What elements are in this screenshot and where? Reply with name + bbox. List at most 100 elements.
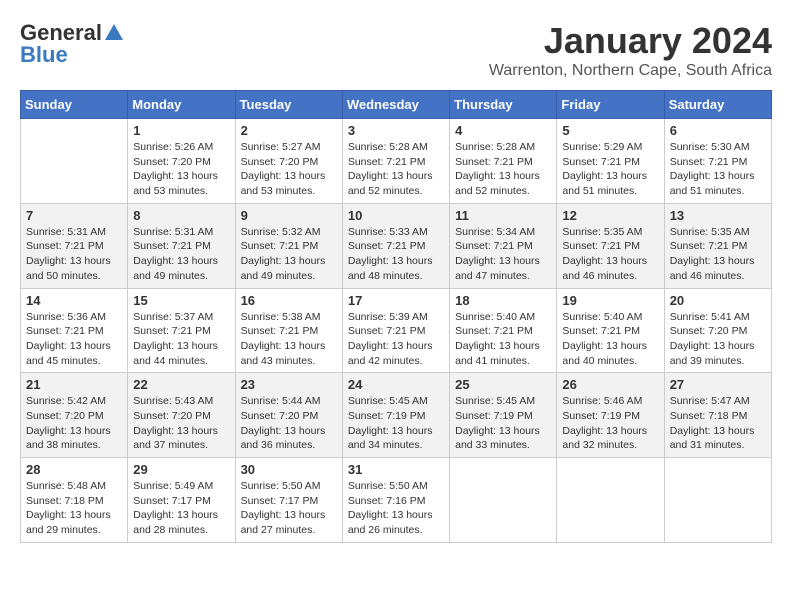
calendar-cell: 27 Sunrise: 5:47 AMSunset: 7:18 PMDayligh… xyxy=(664,373,771,458)
calendar-cell: 4 Sunrise: 5:28 AMSunset: 7:21 PMDaylight… xyxy=(450,119,557,204)
header-tuesday: Tuesday xyxy=(235,91,342,119)
day-number: 6 xyxy=(670,123,766,138)
logo-icon xyxy=(103,22,125,44)
day-number: 16 xyxy=(241,293,337,308)
calendar-cell: 24 Sunrise: 5:45 AMSunset: 7:19 PMDayligh… xyxy=(342,373,449,458)
day-info: Sunrise: 5:40 AMSunset: 7:21 PMDaylight:… xyxy=(562,310,658,369)
day-info: Sunrise: 5:45 AMSunset: 7:19 PMDaylight:… xyxy=(348,394,444,453)
title-area: January 2024 Warrenton, Northern Cape, S… xyxy=(489,20,772,80)
header-saturday: Saturday xyxy=(664,91,771,119)
calendar-cell: 15 Sunrise: 5:37 AMSunset: 7:21 PMDayligh… xyxy=(128,288,235,373)
header-monday: Monday xyxy=(128,91,235,119)
day-number: 7 xyxy=(26,208,122,223)
day-number: 15 xyxy=(133,293,229,308)
calendar-cell: 21 Sunrise: 5:42 AMSunset: 7:20 PMDayligh… xyxy=(21,373,128,458)
day-number: 23 xyxy=(241,377,337,392)
day-number: 31 xyxy=(348,462,444,477)
day-number: 5 xyxy=(562,123,658,138)
calendar-cell: 12 Sunrise: 5:35 AMSunset: 7:21 PMDayligh… xyxy=(557,203,664,288)
header-friday: Friday xyxy=(557,91,664,119)
day-info: Sunrise: 5:32 AMSunset: 7:21 PMDaylight:… xyxy=(241,225,337,284)
day-number: 22 xyxy=(133,377,229,392)
calendar-cell xyxy=(557,458,664,543)
calendar-cell: 25 Sunrise: 5:45 AMSunset: 7:19 PMDayligh… xyxy=(450,373,557,458)
day-info: Sunrise: 5:46 AMSunset: 7:19 PMDaylight:… xyxy=(562,394,658,453)
day-number: 21 xyxy=(26,377,122,392)
day-number: 20 xyxy=(670,293,766,308)
day-info: Sunrise: 5:35 AMSunset: 7:21 PMDaylight:… xyxy=(670,225,766,284)
calendar-cell: 19 Sunrise: 5:40 AMSunset: 7:21 PMDayligh… xyxy=(557,288,664,373)
calendar-cell: 28Sunrise: 5:48 AMSunset: 7:18 PMDayligh… xyxy=(21,458,128,543)
day-info: Sunrise: 5:30 AMSunset: 7:21 PMDaylight:… xyxy=(670,140,766,199)
calendar-cell: 11 Sunrise: 5:34 AMSunset: 7:21 PMDayligh… xyxy=(450,203,557,288)
calendar-cell: 16 Sunrise: 5:38 AMSunset: 7:21 PMDayligh… xyxy=(235,288,342,373)
day-info: Sunrise: 5:33 AMSunset: 7:21 PMDaylight:… xyxy=(348,225,444,284)
calendar-cell: 31Sunrise: 5:50 AMSunset: 7:16 PMDayligh… xyxy=(342,458,449,543)
calendar-cell xyxy=(21,119,128,204)
day-info: Sunrise: 5:35 AMSunset: 7:21 PMDaylight:… xyxy=(562,225,658,284)
calendar-cell: 10 Sunrise: 5:33 AMSunset: 7:21 PMDayligh… xyxy=(342,203,449,288)
header: General Blue January 2024 Warrenton, Nor… xyxy=(20,20,772,80)
day-info: Sunrise: 5:36 AMSunset: 7:21 PMDaylight:… xyxy=(26,310,122,369)
day-info: Sunrise: 5:42 AMSunset: 7:20 PMDaylight:… xyxy=(26,394,122,453)
day-info: Sunrise: 5:34 AMSunset: 7:21 PMDaylight:… xyxy=(455,225,551,284)
day-info: Sunrise: 5:31 AMSunset: 7:21 PMDaylight:… xyxy=(26,225,122,284)
calendar-cell: 30 Sunrise: 5:50 AMSunset: 7:17 PMDayligh… xyxy=(235,458,342,543)
day-info: Sunrise: 5:43 AMSunset: 7:20 PMDaylight:… xyxy=(133,394,229,453)
day-number: 25 xyxy=(455,377,551,392)
day-number: 10 xyxy=(348,208,444,223)
calendar-cell: 8 Sunrise: 5:31 AMSunset: 7:21 PMDaylight… xyxy=(128,203,235,288)
day-info: Sunrise: 5:37 AMSunset: 7:21 PMDaylight:… xyxy=(133,310,229,369)
day-info: Sunrise: 5:27 AMSunset: 7:20 PMDaylight:… xyxy=(241,140,337,199)
day-number: 12 xyxy=(562,208,658,223)
logo-blue: Blue xyxy=(20,42,68,68)
day-number: 30 xyxy=(241,462,337,477)
day-number: 4 xyxy=(455,123,551,138)
day-info: Sunrise: 5:50 AMSunset: 7:17 PMDaylight:… xyxy=(241,479,337,538)
day-info: Sunrise: 5:49 AMSunset: 7:17 PMDaylight:… xyxy=(133,479,229,538)
calendar-week-1: 7 Sunrise: 5:31 AMSunset: 7:21 PMDaylight… xyxy=(21,203,772,288)
day-number: 17 xyxy=(348,293,444,308)
day-info: Sunrise: 5:26 AMSunset: 7:20 PMDaylight:… xyxy=(133,140,229,199)
day-number: 27 xyxy=(670,377,766,392)
day-info: Sunrise: 5:38 AMSunset: 7:21 PMDaylight:… xyxy=(241,310,337,369)
calendar-cell: 20 Sunrise: 5:41 AMSunset: 7:20 PMDayligh… xyxy=(664,288,771,373)
calendar-cell: 13 Sunrise: 5:35 AMSunset: 7:21 PMDayligh… xyxy=(664,203,771,288)
day-number: 1 xyxy=(133,123,229,138)
day-info: Sunrise: 5:41 AMSunset: 7:20 PMDaylight:… xyxy=(670,310,766,369)
day-info: Sunrise: 5:45 AMSunset: 7:19 PMDaylight:… xyxy=(455,394,551,453)
logo: General Blue xyxy=(20,20,126,68)
day-info: Sunrise: 5:28 AMSunset: 7:21 PMDaylight:… xyxy=(348,140,444,199)
calendar-cell: 2Sunrise: 5:27 AMSunset: 7:20 PMDaylight… xyxy=(235,119,342,204)
day-number: 13 xyxy=(670,208,766,223)
day-info: Sunrise: 5:47 AMSunset: 7:18 PMDaylight:… xyxy=(670,394,766,453)
day-info: Sunrise: 5:29 AMSunset: 7:21 PMDaylight:… xyxy=(562,140,658,199)
calendar-cell: 22 Sunrise: 5:43 AMSunset: 7:20 PMDayligh… xyxy=(128,373,235,458)
calendar-week-4: 28Sunrise: 5:48 AMSunset: 7:18 PMDayligh… xyxy=(21,458,772,543)
calendar-cell: 5 Sunrise: 5:29 AMSunset: 7:21 PMDaylight… xyxy=(557,119,664,204)
calendar-cell: 14Sunrise: 5:36 AMSunset: 7:21 PMDayligh… xyxy=(21,288,128,373)
calendar-cell: 23 Sunrise: 5:44 AMSunset: 7:20 PMDayligh… xyxy=(235,373,342,458)
calendar-cell xyxy=(664,458,771,543)
day-info: Sunrise: 5:44 AMSunset: 7:20 PMDaylight:… xyxy=(241,394,337,453)
header-wednesday: Wednesday xyxy=(342,91,449,119)
calendar-cell: 29 Sunrise: 5:49 AMSunset: 7:17 PMDayligh… xyxy=(128,458,235,543)
day-number: 9 xyxy=(241,208,337,223)
day-number: 29 xyxy=(133,462,229,477)
header-thursday: Thursday xyxy=(450,91,557,119)
day-number: 28 xyxy=(26,462,122,477)
day-info: Sunrise: 5:31 AMSunset: 7:21 PMDaylight:… xyxy=(133,225,229,284)
day-number: 24 xyxy=(348,377,444,392)
calendar-cell: 3 Sunrise: 5:28 AMSunset: 7:21 PMDaylight… xyxy=(342,119,449,204)
month-title: January 2024 xyxy=(489,20,772,62)
day-number: 8 xyxy=(133,208,229,223)
day-number: 3 xyxy=(348,123,444,138)
calendar-cell: 6 Sunrise: 5:30 AMSunset: 7:21 PMDaylight… xyxy=(664,119,771,204)
day-number: 19 xyxy=(562,293,658,308)
calendar-cell: 1 Sunrise: 5:26 AMSunset: 7:20 PMDaylight… xyxy=(128,119,235,204)
calendar-cell: 17Sunrise: 5:39 AMSunset: 7:21 PMDayligh… xyxy=(342,288,449,373)
day-number: 26 xyxy=(562,377,658,392)
day-number: 11 xyxy=(455,208,551,223)
day-info: Sunrise: 5:28 AMSunset: 7:21 PMDaylight:… xyxy=(455,140,551,199)
header-sunday: Sunday xyxy=(21,91,128,119)
